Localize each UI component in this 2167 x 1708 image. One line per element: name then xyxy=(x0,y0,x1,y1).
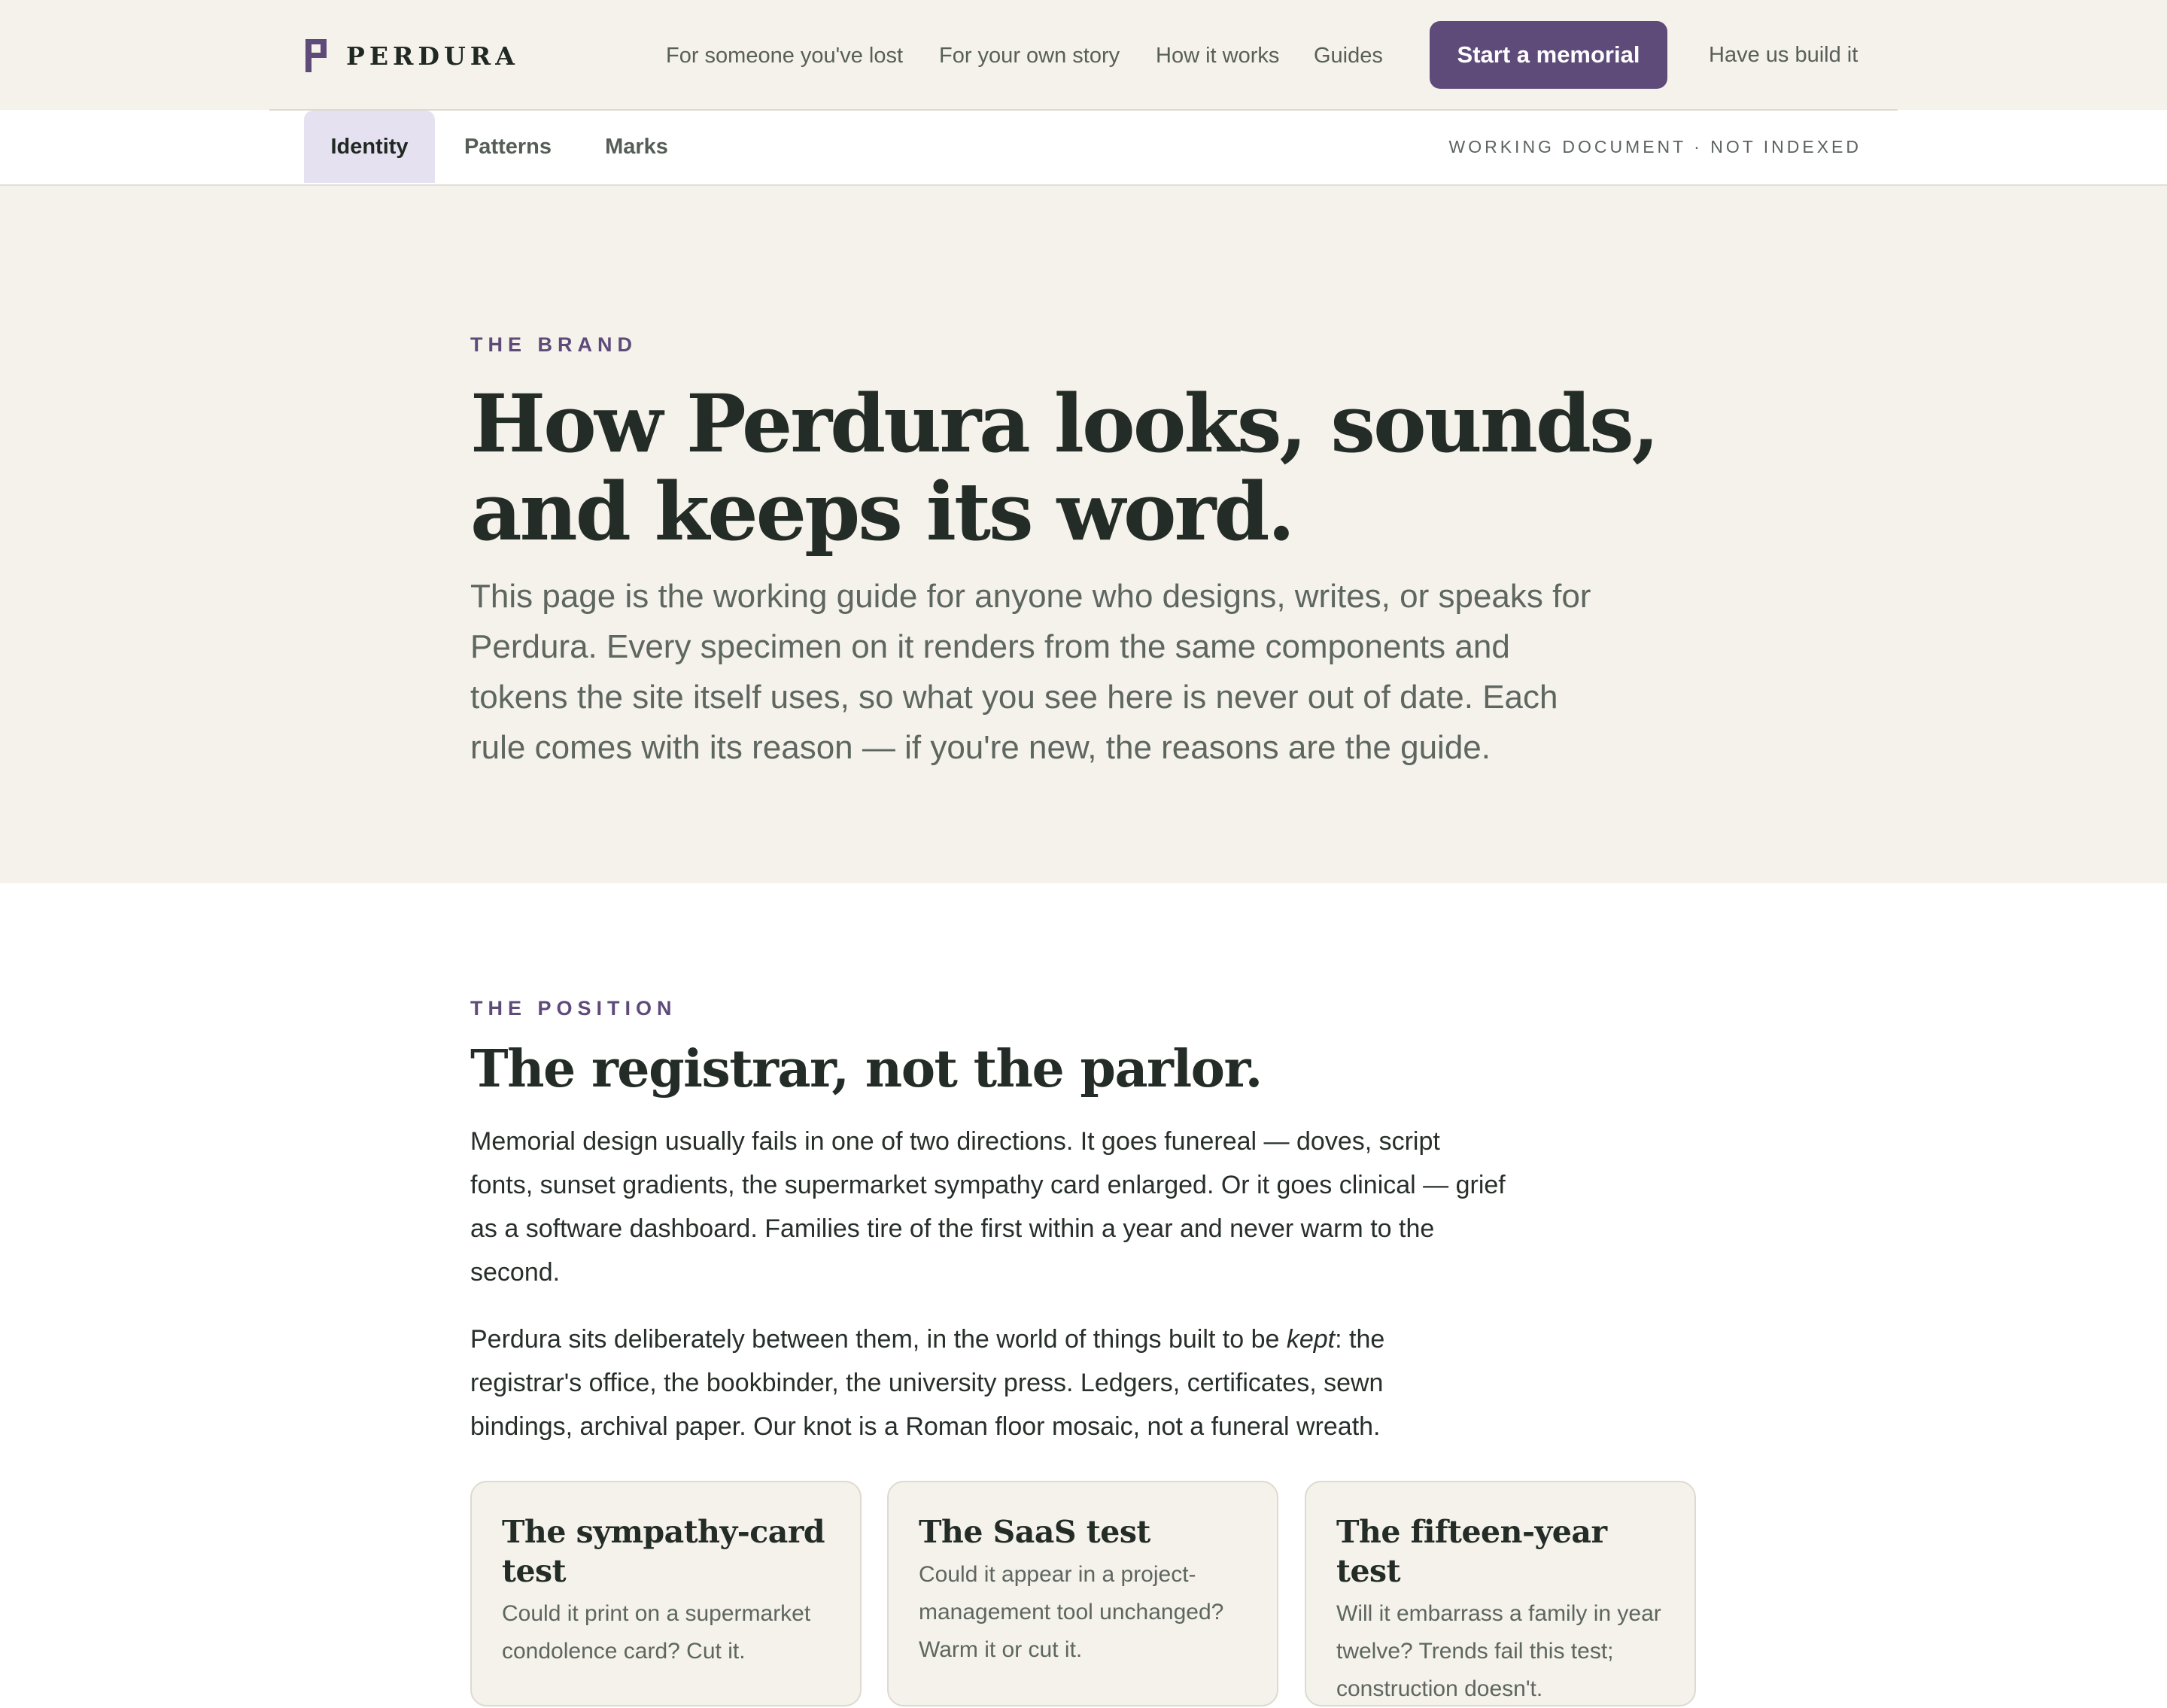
site-header: PERDURA For someone you've lost For your… xyxy=(0,0,2167,110)
position-eyebrow: THE POSITION xyxy=(470,997,677,1020)
brand-logo-link[interactable]: PERDURA xyxy=(305,36,519,75)
nav-for-someone-lost[interactable]: For someone you've lost xyxy=(666,42,903,69)
tab-patterns[interactable]: Patterns xyxy=(448,111,567,183)
card-title: The fifteen-year test xyxy=(1336,1514,1607,1589)
position-paragraph-1: Memorial design usually fails in one of … xyxy=(470,1127,1506,1287)
position-title: The registrar, not the parlor. xyxy=(470,1039,1263,1099)
hero-lede: This page is the working guide for anyon… xyxy=(470,578,1591,766)
card-body: Could it print on a supermarket condolen… xyxy=(502,1601,811,1664)
hero-eyebrow: THE BRAND xyxy=(470,333,637,356)
position-paragraph-2: Perdura sits deliberately between them, … xyxy=(470,1317,1448,1448)
brand-wordmark: PERDURA xyxy=(346,41,519,71)
test-card-sympathy: The sympathy-card test Could it print on… xyxy=(470,1481,862,1706)
nav-how-it-works[interactable]: How it works xyxy=(1156,42,1279,69)
document-status-label: WORKING DOCUMENT · NOT INDEXED xyxy=(1448,136,1862,157)
hero-section: THE BRAND How Perdura looks, sounds, and… xyxy=(0,186,2167,883)
paragraph-2-lead: Perdura sits deliberately between them, … xyxy=(470,1325,1287,1354)
perdura-mark-icon xyxy=(305,39,327,72)
card-title: The sympathy-card test xyxy=(502,1514,825,1589)
start-memorial-button[interactable]: Start a memorial xyxy=(1430,21,1667,89)
tab-marks[interactable]: Marks xyxy=(579,111,694,183)
card-title: The SaaS test xyxy=(919,1514,1150,1550)
page-title: How Perdura looks, sounds, and keeps its… xyxy=(470,376,1660,558)
tab-identity[interactable]: Identity xyxy=(304,111,435,183)
brand-subnav: Identity Patterns Marks WORKING DOCUMENT… xyxy=(0,111,2167,186)
nav-for-own-story[interactable]: For your own story xyxy=(939,42,1120,69)
card-body: Could it appear in a project-management … xyxy=(919,1562,1224,1662)
nav-guides[interactable]: Guides xyxy=(1314,42,1383,69)
have-us-build-it-link[interactable]: Have us build it xyxy=(1709,41,1858,68)
kept-emphasis: kept xyxy=(1286,1325,1336,1354)
test-card-saas: The SaaS test Could it appear in a proje… xyxy=(887,1481,1278,1706)
test-card-fifteen-year: The fifteen-year test Will it embarrass … xyxy=(1305,1481,1696,1706)
card-body: Will it embarrass a family in year twelv… xyxy=(1336,1601,1661,1701)
